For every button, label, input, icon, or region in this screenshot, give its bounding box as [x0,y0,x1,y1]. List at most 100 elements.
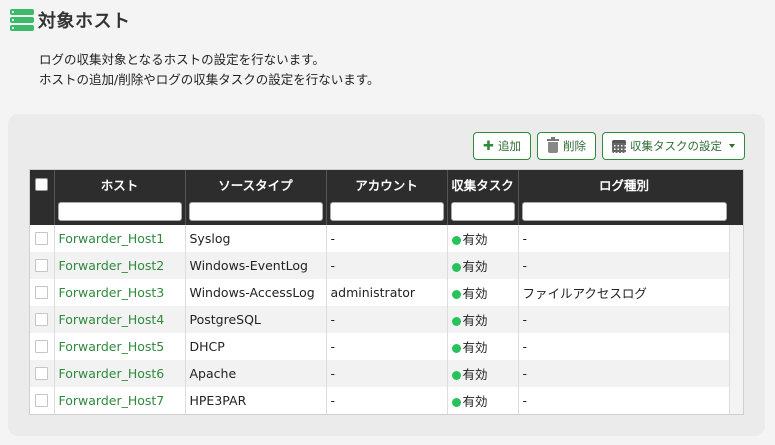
task-status: 有効 [462,367,488,382]
filter-log-type-input[interactable] [521,202,727,221]
column-header-log-type[interactable]: ログ種別 [518,170,731,198]
delete-button-label: 削除 [563,139,586,153]
cell-log-type: - [518,306,731,333]
cell-source-type: Windows-AccessLog [185,279,327,306]
list-icon [10,9,34,31]
cell-account: - [326,252,448,279]
cell-account: administrator [326,279,448,306]
cell-host[interactable]: Forwarder_Host1 [54,225,186,252]
row-checkbox-cell [30,333,55,360]
filter-task-input[interactable] [450,202,515,221]
table-row[interactable]: Forwarder_Host4 PostgreSQL - 有効 - [30,306,731,333]
status-dot-icon [451,344,461,353]
select-all-header [30,170,55,198]
row-checkbox[interactable] [35,259,49,272]
row-checkbox[interactable] [35,313,49,326]
table-row[interactable]: Forwarder_Host7 HPE3PAR - 有効 - [30,387,731,414]
toolbar: ✚ 追加 削除 収集タスクの設定 [473,132,745,160]
cell-account: - [326,306,448,333]
task-status: 有効 [462,286,488,301]
row-checkbox[interactable] [35,232,49,245]
cell-log-type: - [518,360,731,387]
cell-task: 有効 [447,333,519,360]
column-header-host[interactable]: ホスト [54,170,186,198]
chevron-down-icon [729,144,735,148]
filter-spacer [30,198,55,225]
task-settings-label: 収集タスクの設定 [630,139,722,153]
status-dot-icon [451,263,461,272]
row-checkbox-cell [30,225,55,252]
row-checkbox[interactable] [35,394,49,407]
task-status: 有効 [462,394,488,409]
cell-host[interactable]: Forwarder_Host4 [54,306,186,333]
status-dot-icon [451,236,461,245]
cell-source-type: HPE3PAR [185,387,327,414]
description-line-2: ホストの追加/削除やログの収集タスクの設定を行ないます。 [39,72,380,87]
select-all-checkbox[interactable] [35,177,49,191]
scrollbar-header-cap [729,170,743,225]
row-checkbox-cell [30,306,55,333]
table-row[interactable]: Forwarder_Host5 DHCP - 有効 - [30,333,731,360]
status-dot-icon [451,371,461,380]
page-title: 対象ホスト [38,11,131,32]
cell-log-type: ファイルアクセスログ [518,279,731,306]
row-checkbox-cell [30,387,55,414]
cell-task: 有効 [447,252,519,279]
cell-host[interactable]: Forwarder_Host5 [54,333,186,360]
cell-task: 有効 [447,306,519,333]
cell-account: - [326,387,448,414]
cell-account: - [326,225,448,252]
hosts-table: ホスト ソースタイプ アカウント 収集タスク ログ種別 Forwarder_Ho… [30,170,731,414]
add-button-label: 追加 [498,139,521,153]
trash-icon [547,137,559,153]
cell-log-type: - [518,387,731,414]
calendar-icon [612,139,626,153]
cell-log-type: - [518,225,731,252]
cell-task: 有効 [447,279,519,306]
row-checkbox-cell [30,360,55,387]
page-description: ログの収集対象となるホストの設定を行ないます。 ホストの追加/削除やログの収集タ… [39,50,379,90]
cell-source-type: Windows-EventLog [185,252,327,279]
status-dot-icon [451,290,461,299]
cell-log-type: - [518,252,731,279]
task-status: 有効 [462,232,488,247]
cell-host[interactable]: Forwarder_Host6 [54,360,186,387]
cell-account: - [326,333,448,360]
task-status: 有効 [462,340,488,355]
cell-account: - [326,360,448,387]
column-header-account[interactable]: アカウント [326,170,448,198]
cell-host[interactable]: Forwarder_Host3 [54,279,186,306]
table-row[interactable]: Forwarder_Host1 Syslog - 有効 - [30,225,731,252]
row-checkbox[interactable] [35,286,49,299]
filter-account-input[interactable] [329,202,444,221]
cell-task: 有効 [447,387,519,414]
table-row[interactable]: Forwarder_Host3 Windows-AccessLog administ… [30,279,731,306]
table-row[interactable]: Forwarder_Host2 Windows-EventLog - 有効 - [30,252,731,279]
filter-host-input[interactable] [57,202,182,221]
row-checkbox[interactable] [35,340,49,353]
page-header: 対象ホスト [10,6,131,34]
task-settings-dropdown[interactable]: 収集タスクの設定 [602,132,745,160]
column-header-source-type[interactable]: ソースタイプ [185,170,327,198]
delete-button[interactable]: 削除 [537,132,596,160]
row-checkbox-cell [30,252,55,279]
hosts-grid: ホスト ソースタイプ アカウント 収集タスク ログ種別 Forwarder_Ho… [29,169,744,415]
status-dot-icon [451,398,461,407]
column-header-task[interactable]: 収集タスク [447,170,519,198]
filter-source-type-input[interactable] [188,202,323,221]
row-checkbox[interactable] [35,367,49,380]
cell-log-type: - [518,333,731,360]
cell-host[interactable]: Forwarder_Host7 [54,387,186,414]
cell-source-type: PostgreSQL [185,306,327,333]
add-button[interactable]: ✚ 追加 [473,132,531,160]
cell-task: 有効 [447,360,519,387]
cell-host[interactable]: Forwarder_Host2 [54,252,186,279]
cell-source-type: Syslog [185,225,327,252]
plus-icon: ✚ [483,138,494,154]
cell-source-type: DHCP [185,333,327,360]
task-status: 有効 [462,259,488,274]
table-row[interactable]: Forwarder_Host6 Apache - 有効 - [30,360,731,387]
cell-task: 有効 [447,225,519,252]
description-line-1: ログの収集対象となるホストの設定を行ないます。 [39,52,325,67]
task-status: 有効 [462,313,488,328]
